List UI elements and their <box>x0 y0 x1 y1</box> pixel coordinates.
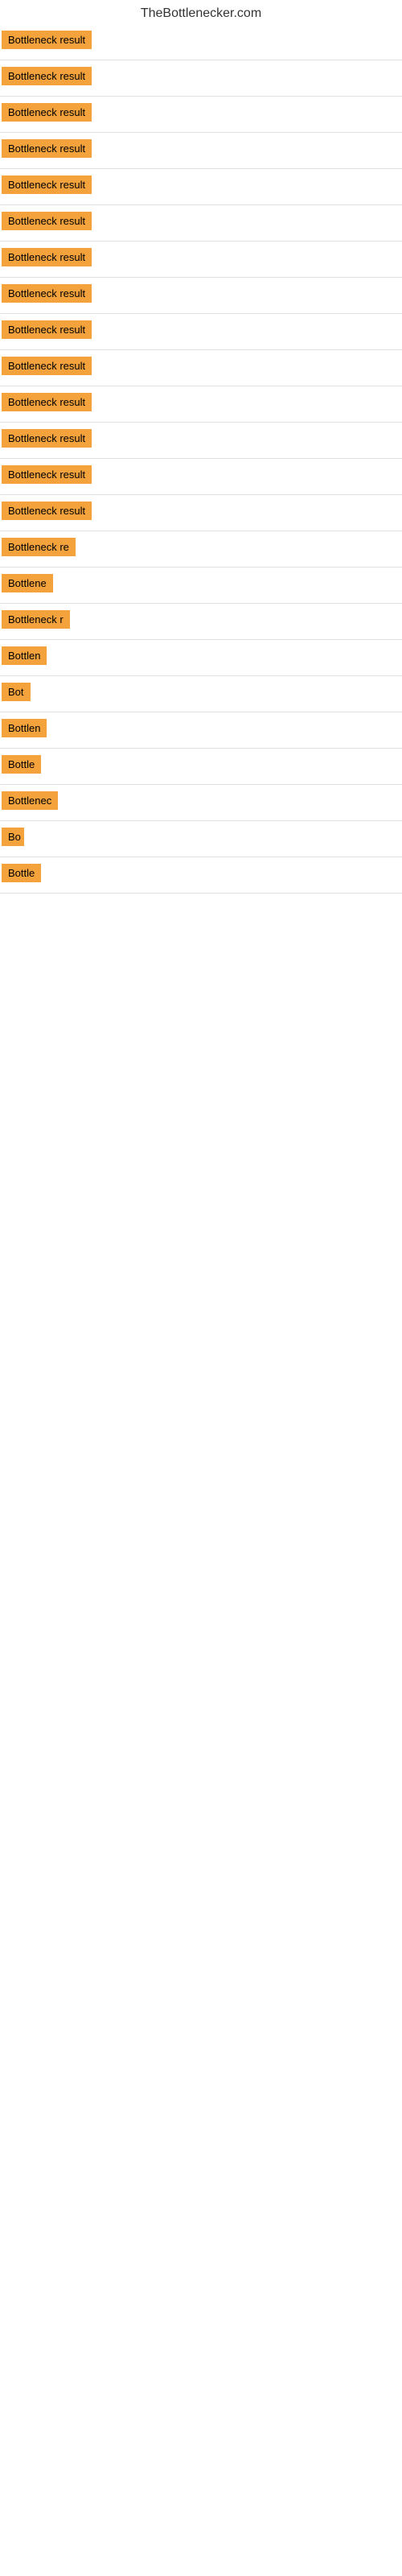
bottleneck-result-badge[interactable]: Bottle <box>2 864 41 882</box>
bottleneck-result-badge[interactable]: Bottleneck r <box>2 610 70 629</box>
bottleneck-result-badge[interactable]: Bottleneck result <box>2 31 92 49</box>
bottleneck-result-badge[interactable]: Bo <box>2 828 24 846</box>
bottleneck-result-badge[interactable]: Bottlene <box>2 574 53 592</box>
list-item: Bottleneck result <box>0 386 402 423</box>
list-item: Bottlen <box>0 640 402 676</box>
list-item: Bottleneck result <box>0 24 402 60</box>
bottleneck-result-badge[interactable]: Bottleneck result <box>2 393 92 411</box>
bottleneck-result-badge[interactable]: Bottleneck result <box>2 67 92 85</box>
bottleneck-result-badge[interactable]: Bottlen <box>2 719 47 737</box>
bottleneck-result-badge[interactable]: Bottle <box>2 755 41 774</box>
list-item: Bottleneck result <box>0 97 402 133</box>
list-item: Bottleneck result <box>0 133 402 169</box>
bottleneck-result-badge[interactable]: Bottlen <box>2 646 47 665</box>
bottleneck-result-badge[interactable]: Bottleneck result <box>2 357 92 375</box>
list-item: Bottleneck result <box>0 495 402 531</box>
list-item: Bottle <box>0 749 402 785</box>
bottleneck-result-badge[interactable]: Bottleneck result <box>2 103 92 122</box>
list-item: Bottle <box>0 857 402 894</box>
list-item: Bottleneck result <box>0 169 402 205</box>
list-item: Bottlene <box>0 568 402 604</box>
list-item: Bottleneck result <box>0 423 402 459</box>
list-item: Bottleneck re <box>0 531 402 568</box>
site-title: TheBottlenecker.com <box>0 0 402 24</box>
bottleneck-result-badge[interactable]: Bottleneck result <box>2 502 92 520</box>
list-item: Bottleneck result <box>0 459 402 495</box>
list-item: Bottleneck result <box>0 278 402 314</box>
bottleneck-result-badge[interactable]: Bottleneck result <box>2 284 92 303</box>
bottleneck-result-badge[interactable]: Bottleneck result <box>2 248 92 266</box>
bottleneck-result-badge[interactable]: Bot <box>2 683 31 701</box>
bottleneck-result-badge[interactable]: Bottleneck result <box>2 465 92 484</box>
list-item: Bottleneck result <box>0 205 402 242</box>
bottleneck-result-badge[interactable]: Bottlenec <box>2 791 58 810</box>
bottleneck-result-badge[interactable]: Bottleneck result <box>2 212 92 230</box>
bottleneck-result-badge[interactable]: Bottleneck result <box>2 139 92 158</box>
list-item: Bottleneck r <box>0 604 402 640</box>
list-item: Bottleneck result <box>0 350 402 386</box>
bottleneck-result-badge[interactable]: Bottleneck result <box>2 429 92 448</box>
items-container: Bottleneck result Bottleneck result Bottle… <box>0 24 402 894</box>
list-item: Bo <box>0 821 402 857</box>
bottleneck-result-badge[interactable]: Bottleneck re <box>2 538 76 556</box>
bottleneck-result-badge[interactable]: Bottleneck result <box>2 175 92 194</box>
list-item: Bottleneck result <box>0 60 402 97</box>
list-item: Bottlen <box>0 712 402 749</box>
list-item: Bot <box>0 676 402 712</box>
bottleneck-result-badge[interactable]: Bottleneck result <box>2 320 92 339</box>
list-item: Bottlenec <box>0 785 402 821</box>
list-item: Bottleneck result <box>0 314 402 350</box>
list-item: Bottleneck result <box>0 242 402 278</box>
